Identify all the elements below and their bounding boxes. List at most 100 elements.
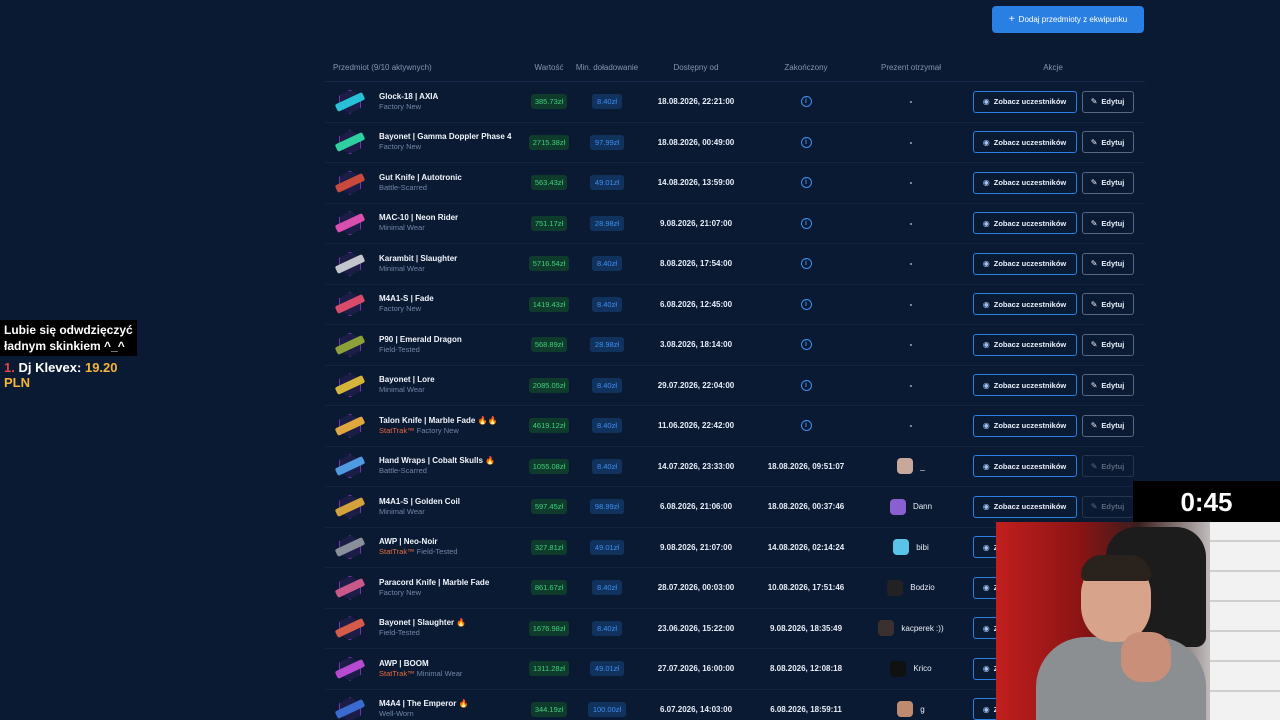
value-cell: 1055.08zł — [525, 458, 573, 474]
ended-cell: i — [751, 298, 861, 310]
item-thumbnail — [333, 451, 367, 481]
edit-button[interactable]: ✎ Edytuj — [1081, 414, 1134, 437]
value-badge: 2085.05zł — [528, 377, 570, 393]
ended-cell: 18.08.2026, 09:51:07 — [767, 461, 845, 471]
ended-cell: i — [751, 177, 861, 189]
info-icon[interactable]: i — [800, 339, 812, 351]
view-participants-button[interactable]: ◉ Zobacz uczestników — [972, 171, 1077, 194]
gift-avatar — [878, 620, 895, 637]
stattrak-label: StatTrak™ — [379, 668, 415, 678]
info-icon[interactable]: i — [800, 420, 812, 432]
info-icon[interactable]: i — [800, 258, 812, 270]
view-participants-button[interactable]: ◉ Zobacz uczestników — [972, 455, 1077, 478]
view-participants-button[interactable]: ◉ Zobacz uczestników — [972, 414, 1077, 437]
item-info: AWP | Neo-Noir StatTrak™ Field-Tested — [379, 537, 458, 557]
edit-button[interactable]: ✎ Edytuj — [1081, 374, 1134, 397]
item-name: Gut Knife | Autotronic — [379, 172, 462, 182]
view-participants-button[interactable]: ◉ Zobacz uczestników — [972, 374, 1077, 397]
min-deposit-cell: 49.01zł — [573, 539, 641, 555]
item-condition: Factory New — [379, 101, 422, 111]
gift-avatar — [897, 701, 914, 718]
value-cell: 568.89zł — [525, 337, 573, 353]
value-cell: 2715.38zł — [525, 134, 573, 150]
item-thumbnail — [333, 654, 367, 684]
value-badge: 861.67zł — [530, 580, 568, 596]
view-participants-button[interactable]: ◉ Zobacz uczestników — [972, 131, 1077, 154]
item-name: M4A1-S | Golden Coil — [379, 496, 460, 506]
item-info: Bayonet | Slaughter 🔥 Field-Tested — [379, 618, 466, 638]
min-deposit-badge: 8.40zł — [591, 256, 622, 272]
table-row: P90 | Emerald Dragon Field-Tested 568.89… — [325, 325, 1145, 366]
item-cell: M4A4 | The Emperor 🔥 Well-Worn — [325, 694, 525, 720]
edit-button[interactable]: ✎ Edytuj — [1081, 212, 1134, 235]
value-badge: 568.89zł — [530, 337, 568, 353]
available-from-cell: 6.07.2026, 14:03:00 — [659, 704, 733, 714]
webcam-shelf — [1210, 522, 1280, 720]
gift-recipient-name: - — [909, 97, 913, 107]
value-badge: 4619.12zł — [528, 418, 570, 434]
edit-button[interactable]: ✎ Edytuj — [1081, 495, 1134, 518]
gift-cell: - — [861, 178, 961, 187]
actions-cell: ◉ Zobacz uczestników ✎ Edytuj — [961, 333, 1145, 356]
ended-cell: 18.08.2026, 00:37:46 — [767, 502, 845, 512]
edit-button[interactable]: ✎ Edytuj — [1081, 455, 1134, 478]
item-condition: Factory New — [379, 142, 422, 152]
min-deposit-cell: 8.40zł — [573, 620, 641, 636]
info-icon[interactable]: i — [800, 217, 812, 229]
edit-button[interactable]: ✎ Edytuj — [1081, 252, 1134, 275]
info-icon[interactable]: i — [800, 379, 812, 391]
item-name: Paracord Knife | Marble Fade — [379, 577, 490, 587]
donor-line: 1. Dj Klevex: 19.20 PLN — [0, 360, 145, 390]
value-cell: 327.81zł — [525, 539, 573, 555]
value-cell: 1419.43zł — [525, 296, 573, 312]
value-cell: 344.19zł — [525, 701, 573, 717]
available-from-cell: 3.08.2026, 18:14:00 — [659, 340, 733, 350]
min-deposit-badge: 8.40zł — [591, 94, 622, 110]
info-icon[interactable]: i — [800, 298, 812, 310]
item-cell: Paracord Knife | Marble Fade Factory New — [325, 573, 525, 603]
view-participants-button[interactable]: ◉ Zobacz uczestników — [972, 212, 1077, 235]
table-row: Glock-18 | AXIA Factory New 385.73zł 8.4… — [325, 82, 1145, 123]
gift-cell: - — [861, 381, 961, 390]
gift-cell: Bodzio — [861, 579, 961, 596]
value-badge: 597.45zł — [530, 499, 568, 515]
value-badge: 2715.38zł — [528, 134, 570, 150]
item-cell: AWP | BOOM StatTrak™ Minimal Wear — [325, 654, 525, 684]
value-badge: 327.81zł — [530, 539, 568, 555]
min-deposit-badge: 8.40zł — [591, 620, 622, 636]
view-participants-button[interactable]: ◉ Zobacz uczestników — [972, 252, 1077, 275]
available-from-cell: 9.08.2026, 21:07:00 — [659, 218, 733, 228]
item-cell: Bayonet | Gamma Doppler Phase 4 Factory … — [325, 127, 525, 157]
view-participants-button[interactable]: ◉ Zobacz uczestników — [972, 495, 1077, 518]
value-badge: 385.73zł — [530, 94, 568, 110]
ended-cell: i — [751, 258, 861, 270]
ended-cell: i — [751, 217, 861, 229]
item-name: Bayonet | Slaughter 🔥 — [379, 618, 467, 628]
gift-recipient-name: - — [909, 259, 913, 269]
table-row: Gut Knife | Autotronic Battle-Scarred 56… — [325, 163, 1145, 204]
edit-button[interactable]: ✎ Edytuj — [1081, 333, 1134, 356]
item-name: Hand Wraps | Cobalt Skulls 🔥 — [379, 456, 496, 466]
item-condition: Factory New — [379, 304, 422, 314]
info-icon[interactable]: i — [800, 96, 812, 108]
view-participants-button[interactable]: ◉ Zobacz uczestników — [972, 90, 1077, 113]
info-icon[interactable]: i — [800, 177, 812, 189]
chat-message: Lubie się odwdzięczyć ładnym skinkiem ^_… — [0, 320, 137, 356]
eye-icon: ◉ — [982, 340, 990, 350]
actions-cell: ◉ Zobacz uczestników ✎ Edytuj — [961, 455, 1145, 478]
item-thumbnail — [333, 289, 367, 319]
view-participants-button[interactable]: ◉ Zobacz uczestników — [972, 293, 1077, 316]
actions-cell: ◉ Zobacz uczestników ✎ Edytuj — [961, 495, 1145, 518]
eye-icon: ◉ — [982, 218, 990, 228]
gift-recipient-name: bibi — [916, 542, 929, 552]
available-from-cell: 11.06.2026, 22:42:00 — [657, 421, 735, 431]
edit-icon: ✎ — [1090, 421, 1098, 431]
info-icon[interactable]: i — [800, 136, 812, 148]
add-items-button[interactable]: + Dodaj przedmioty z ekwipunku — [992, 6, 1144, 33]
ended-cell: 9.08.2026, 18:35:49 — [769, 623, 843, 633]
edit-button[interactable]: ✎ Edytuj — [1081, 171, 1134, 194]
edit-button[interactable]: ✎ Edytuj — [1081, 131, 1134, 154]
edit-button[interactable]: ✎ Edytuj — [1081, 90, 1134, 113]
edit-button[interactable]: ✎ Edytuj — [1081, 293, 1134, 316]
view-participants-button[interactable]: ◉ Zobacz uczestników — [972, 333, 1077, 356]
